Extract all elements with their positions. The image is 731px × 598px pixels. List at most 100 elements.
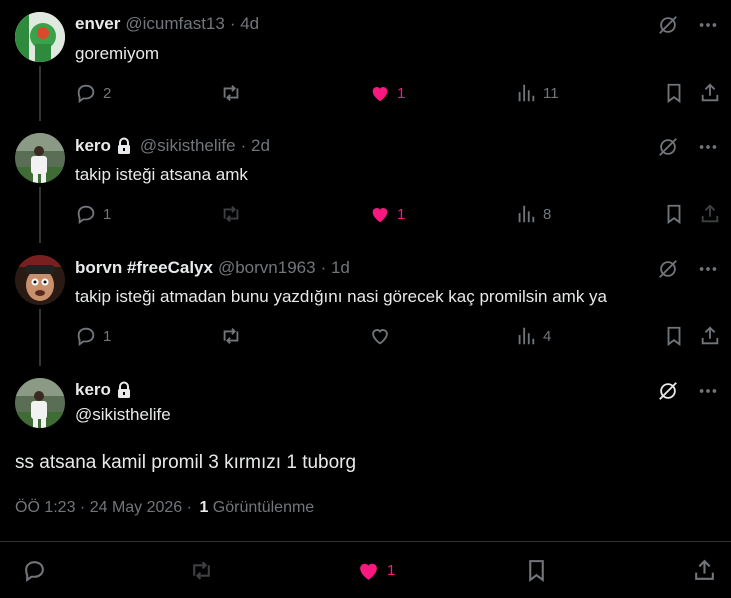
reply-count: 1 — [103, 205, 112, 223]
view-count: 11 — [543, 84, 559, 102]
timestamp[interactable]: · 1d — [321, 258, 350, 278]
avatar[interactable] — [15, 378, 65, 428]
share-button[interactable] — [699, 82, 721, 104]
main-tweet: kero @sikisthelife ss atsana kamil promi… — [0, 366, 731, 598]
reply-icon — [77, 327, 95, 347]
bookmark-button[interactable] — [663, 203, 685, 225]
grok-icon[interactable] — [657, 258, 679, 285]
retweet-button[interactable] — [220, 203, 242, 225]
share-icon — [701, 326, 719, 345]
share-button[interactable] — [692, 558, 717, 583]
like-button[interactable]: 1 — [369, 82, 405, 104]
display-name[interactable]: kero — [75, 136, 111, 156]
reply-icon — [77, 84, 95, 104]
reply-tweet[interactable]: kero @sikisthelife · 2d takip isteği ats… — [0, 122, 731, 244]
bookmark-button[interactable] — [663, 82, 685, 104]
action-bar: 2 1 11 — [75, 82, 720, 106]
share-button[interactable] — [699, 203, 721, 225]
timestamp[interactable]: ÖÖ 1:23 · 24 May 2026 · — [15, 499, 192, 516]
share-icon — [695, 559, 714, 580]
lock-icon — [116, 137, 132, 155]
timestamp[interactable]: · 4d — [230, 14, 259, 34]
avatar[interactable] — [15, 12, 65, 62]
tweet-top-icons — [657, 14, 719, 41]
retweet-icon — [223, 328, 239, 344]
handle[interactable]: @borvn1963 — [218, 258, 316, 278]
reply-icon — [25, 561, 44, 582]
views-button[interactable]: 4 — [515, 325, 551, 347]
like-count: 1 — [387, 562, 396, 579]
share-icon — [701, 83, 719, 102]
avatar[interactable] — [15, 255, 65, 305]
tweet-text: takip isteği atsana amk — [75, 165, 248, 184]
tweet-top-icons — [657, 380, 719, 407]
bookmark-icon — [529, 560, 544, 582]
reply-button[interactable]: 1 — [75, 325, 111, 347]
grok-icon[interactable] — [657, 136, 679, 163]
tweet-text: takip isteği atmadan bunu yazdığını nasi… — [75, 287, 607, 306]
reply-tweet[interactable]: enver @icumfast13 · 4d goremiyom 2 1 11 — [0, 0, 731, 122]
retweet-icon — [193, 561, 210, 580]
retweet-icon — [223, 206, 239, 222]
display-name[interactable]: enver — [75, 14, 120, 34]
tweet-text: goremiyom — [75, 44, 160, 63]
avatar[interactable] — [15, 133, 65, 183]
bookmark-icon — [667, 204, 681, 225]
tweet-top-icons — [657, 258, 719, 285]
lock-icon — [116, 381, 132, 399]
like-icon — [372, 87, 388, 102]
reply-icon — [77, 205, 95, 225]
retweet-button[interactable] — [220, 325, 242, 347]
reply-button[interactable]: 1 — [75, 203, 111, 225]
reply-button[interactable] — [22, 558, 47, 583]
views-button[interactable]: 11 — [515, 82, 559, 104]
like-count: 1 — [397, 205, 406, 223]
display-name[interactable]: borvn #freeCalyx — [75, 258, 213, 278]
bookmark-button[interactable] — [663, 325, 685, 347]
action-bar: 1 4 — [75, 325, 720, 349]
like-count: 1 — [397, 84, 406, 102]
like-icon — [360, 563, 377, 580]
share-button[interactable] — [699, 325, 721, 347]
handle[interactable]: @sikisthelife — [140, 136, 236, 156]
like-icon — [372, 208, 388, 223]
grok-icon[interactable] — [657, 380, 679, 407]
main-action-bar: 1 — [0, 558, 731, 584]
tweet-header: enver @icumfast13 · 4d — [75, 14, 259, 34]
like-icon — [372, 329, 388, 345]
view-count: 4 — [543, 327, 552, 345]
grok-icon[interactable] — [657, 14, 679, 41]
like-button[interactable] — [369, 325, 391, 347]
tweet-meta: ÖÖ 1:23 · 24 May 2026 · 1 Görüntülenme — [15, 499, 314, 517]
handle[interactable]: @icumfast13 — [125, 14, 224, 34]
retweet-button[interactable] — [220, 82, 242, 104]
tweet-text: ss atsana kamil promil 3 kırmızı 1 tubor… — [15, 452, 357, 473]
tweet-top-icons — [657, 136, 719, 163]
action-bar: 1 1 8 — [75, 203, 720, 227]
retweet-icon — [223, 85, 239, 101]
views-icon — [518, 327, 535, 345]
like-button[interactable]: 1 — [356, 558, 395, 583]
reply-button[interactable]: 2 — [75, 82, 111, 104]
bookmark-icon — [667, 326, 681, 347]
more-icon[interactable] — [697, 258, 719, 285]
views-icon — [518, 205, 535, 223]
bookmark-button[interactable] — [524, 558, 549, 583]
divider — [0, 541, 731, 542]
views-label: Görüntülenme — [212, 499, 315, 516]
more-icon[interactable] — [697, 380, 719, 407]
reply-count: 2 — [103, 84, 112, 102]
display-name[interactable]: kero — [75, 380, 111, 400]
reply-tweet[interactable]: borvn #freeCalyx @borvn1963 · 1d takip i… — [0, 244, 731, 366]
views-button[interactable]: 8 — [515, 203, 551, 225]
timestamp[interactable]: · 2d — [241, 136, 270, 156]
more-icon[interactable] — [697, 14, 719, 41]
views-icon — [518, 84, 535, 102]
handle[interactable]: @sikisthelife — [75, 405, 171, 425]
more-icon[interactable] — [697, 136, 719, 163]
view-count: 8 — [543, 205, 552, 223]
share-icon — [701, 204, 719, 223]
retweet-button[interactable] — [189, 558, 214, 583]
like-button[interactable]: 1 — [369, 203, 405, 225]
tweet-header: borvn #freeCalyx @borvn1963 · 1d — [75, 258, 350, 278]
